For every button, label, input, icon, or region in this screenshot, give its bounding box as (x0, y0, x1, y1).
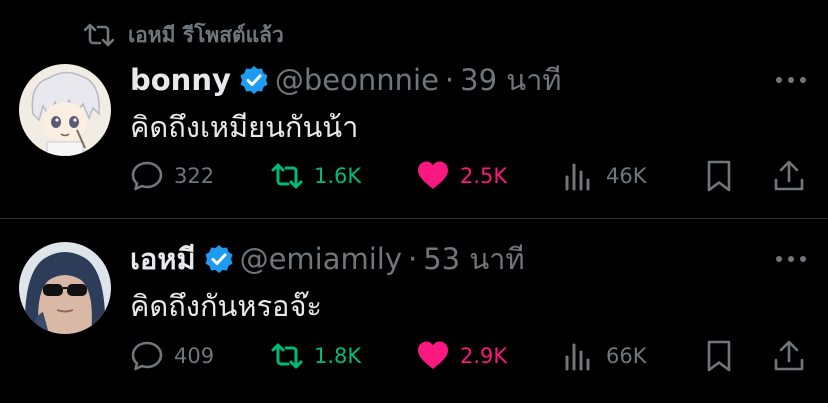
share-icon (774, 340, 804, 371)
like-button[interactable]: 2.9K (416, 336, 507, 376)
repost-button[interactable]: 1.8K (270, 336, 361, 376)
views-chart-icon (565, 343, 590, 371)
tweet-header: เอหมี @emiamily · 53 นาที (130, 239, 525, 279)
share-icon (774, 160, 804, 191)
tweet-text: คิดถึงเหมียนกันน้า (130, 110, 359, 144)
tweet-text: คิดถึงกันหรอจ๊ะ (130, 289, 323, 323)
timestamp[interactable]: 39 นาที (460, 57, 561, 103)
share-button[interactable] (772, 156, 806, 196)
repost-button[interactable]: 1.6K (270, 156, 361, 196)
action-bar: 409 1.8K 2.9K 66K (0, 336, 828, 376)
separator-dot: · (444, 63, 455, 97)
verified-badge-icon (205, 245, 233, 273)
repost-banner[interactable]: เอหมี รีโพสต์แล้ว (84, 20, 284, 50)
share-button[interactable] (772, 336, 806, 376)
more-options-icon[interactable] (776, 249, 806, 269)
tweet-header: bonny @beonnnie · 39 นาที (130, 60, 562, 100)
action-bar: 322 1.6K 2.5K 46K (0, 156, 828, 196)
avatar[interactable] (19, 64, 111, 156)
bookmark-icon (707, 160, 731, 192)
repost-banner-text: เอหมี รีโพสต์แล้ว (128, 22, 284, 47)
reply-button[interactable]: 409 (130, 336, 214, 376)
repost-icon (271, 163, 303, 189)
repost-count: 1.6K (314, 164, 362, 188)
views-chart-icon (565, 163, 590, 191)
bookmark-icon (707, 340, 731, 372)
repost-count: 1.8K (314, 344, 362, 368)
bookmark-button[interactable] (702, 336, 736, 376)
avatar[interactable] (19, 242, 111, 334)
views-button[interactable]: 66K (562, 336, 647, 376)
repost-icon (84, 23, 114, 47)
view-count: 66K (606, 344, 647, 368)
repost-icon (271, 343, 303, 369)
reply-button[interactable]: 322 (130, 156, 214, 196)
reply-icon (131, 341, 163, 371)
more-options-icon[interactable] (776, 70, 806, 90)
handle[interactable]: @emiamily (240, 242, 402, 276)
bookmark-button[interactable] (702, 156, 736, 196)
views-button[interactable]: 46K (562, 156, 647, 196)
like-count: 2.9K (460, 344, 508, 368)
verified-badge-icon (240, 66, 268, 94)
divider (0, 218, 828, 219)
tweet[interactable]: เอหมี @emiamily · 53 นาที คิดถึงกันหรอจ๊… (0, 220, 828, 403)
heart-icon (418, 341, 448, 369)
profile-photo-image (19, 242, 111, 334)
display-name[interactable]: เอหมี (130, 236, 196, 282)
anime-avatar-image (19, 64, 111, 156)
handle[interactable]: @beonnnie (275, 63, 439, 97)
reply-count: 322 (174, 164, 215, 188)
heart-icon (418, 161, 448, 189)
like-count: 2.5K (460, 164, 508, 188)
view-count: 46K (606, 164, 647, 188)
reply-icon (131, 161, 163, 191)
timestamp[interactable]: 53 นาที (423, 236, 524, 282)
tweet[interactable]: bonny @beonnnie · 39 นาที คิดถึงเหมียนกั… (0, 52, 828, 218)
like-button[interactable]: 2.5K (416, 156, 507, 196)
reply-count: 409 (174, 344, 215, 368)
separator-dot: · (408, 242, 418, 276)
display-name[interactable]: bonny (130, 63, 231, 97)
